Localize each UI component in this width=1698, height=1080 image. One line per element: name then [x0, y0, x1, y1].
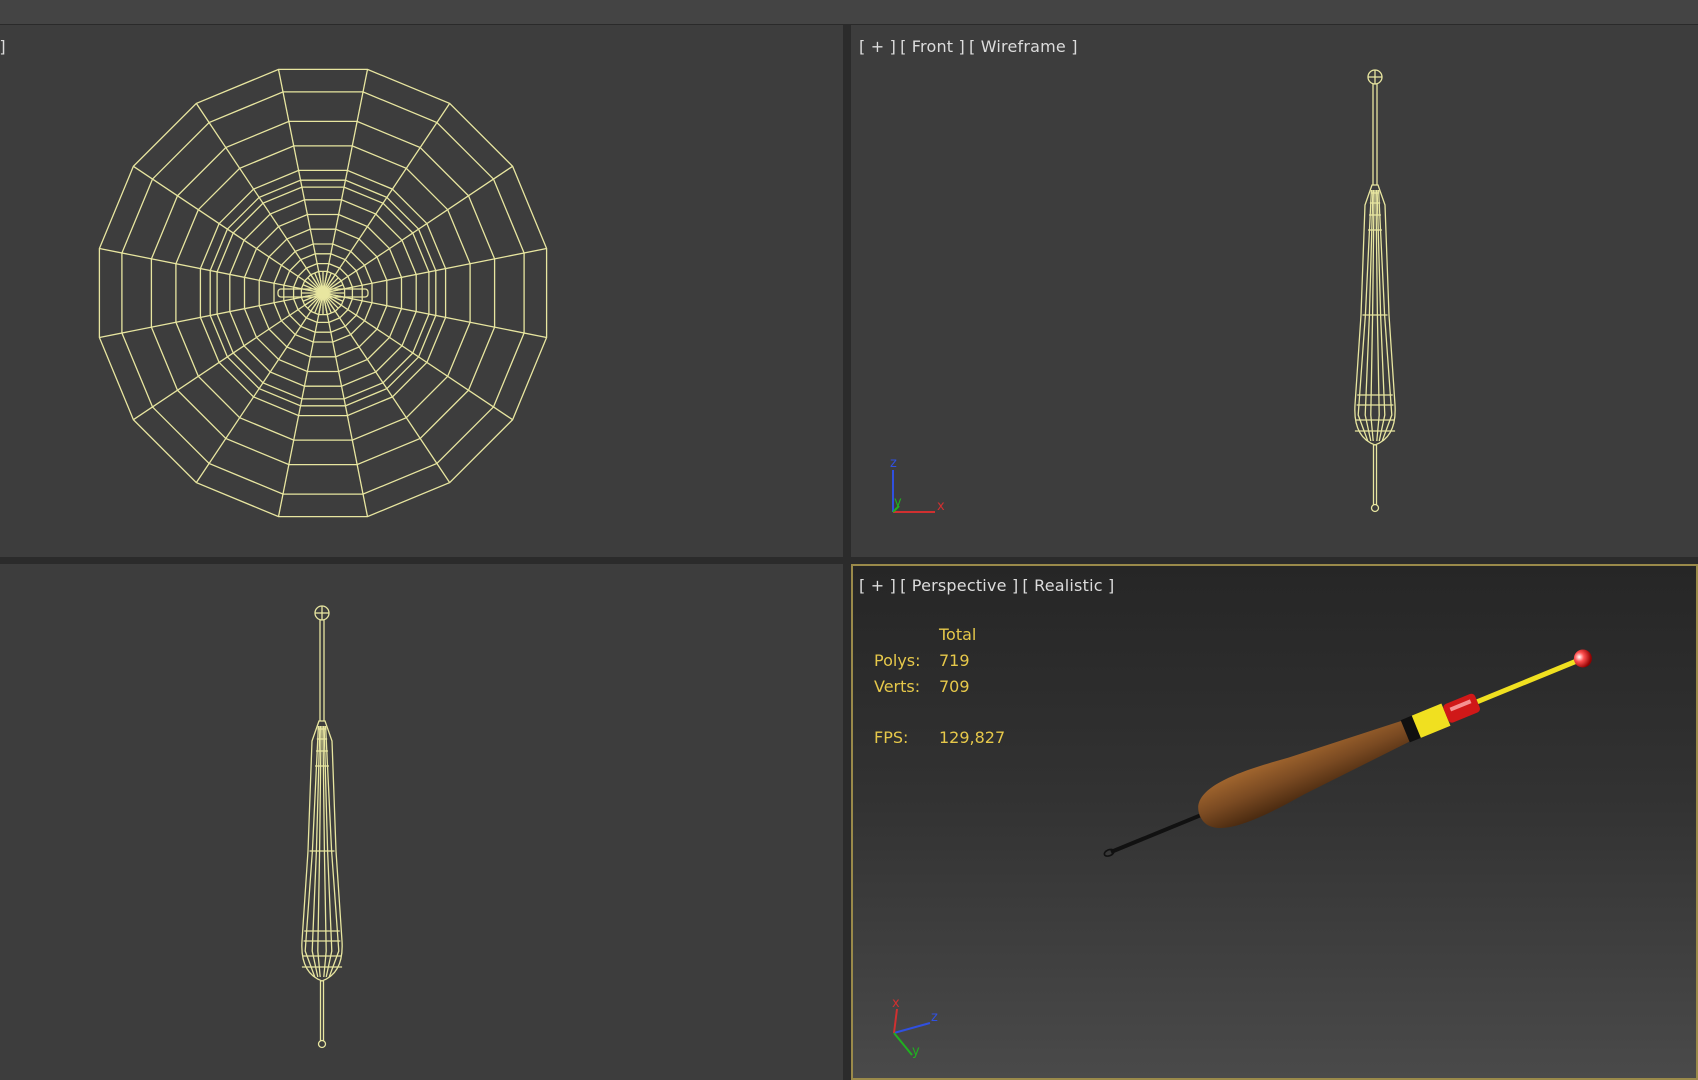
axis-y-label: y — [912, 1044, 920, 1059]
rendered-float-model[interactable]: z x y — [851, 564, 1698, 1080]
front-axis-gizmo: z y x — [890, 456, 945, 514]
axis-x-label: x — [937, 499, 945, 514]
viewport-top[interactable]: e ] — [0, 25, 843, 557]
axis-z-label: z — [890, 456, 897, 471]
top-toolbar-strip — [0, 0, 1698, 25]
axis-y-label: y — [894, 495, 902, 510]
viewport-front[interactable]: [ + ] [ Front ] [ Wireframe ] zyx — [851, 25, 1698, 557]
float-tip-bead — [1573, 649, 1592, 668]
viewport-left[interactable] — [0, 564, 843, 1080]
left-float-wire — [301, 605, 343, 1049]
perspective-axis-gizmo: z x y — [892, 996, 938, 1059]
front-wireframe-model[interactable]: z y x — [851, 25, 1698, 557]
top-wireframe-model[interactable] — [0, 25, 843, 557]
float-antenna — [1476, 658, 1580, 705]
float-stem — [1110, 813, 1201, 854]
front-float-wire — [1354, 69, 1396, 513]
float-red-band — [1443, 693, 1480, 723]
float-render-group — [1103, 649, 1592, 857]
float-body — [1198, 720, 1412, 828]
left-wireframe-model[interactable] — [0, 564, 843, 1080]
float-eyelet — [1103, 848, 1115, 857]
axis-z-label: z — [931, 1010, 938, 1025]
viewport-perspective[interactable]: [ + ] [ Perspective ] [ Realistic ] Tota… — [851, 564, 1698, 1080]
top-wire-group — [98, 68, 548, 518]
axis-x-label: x — [892, 996, 900, 1011]
